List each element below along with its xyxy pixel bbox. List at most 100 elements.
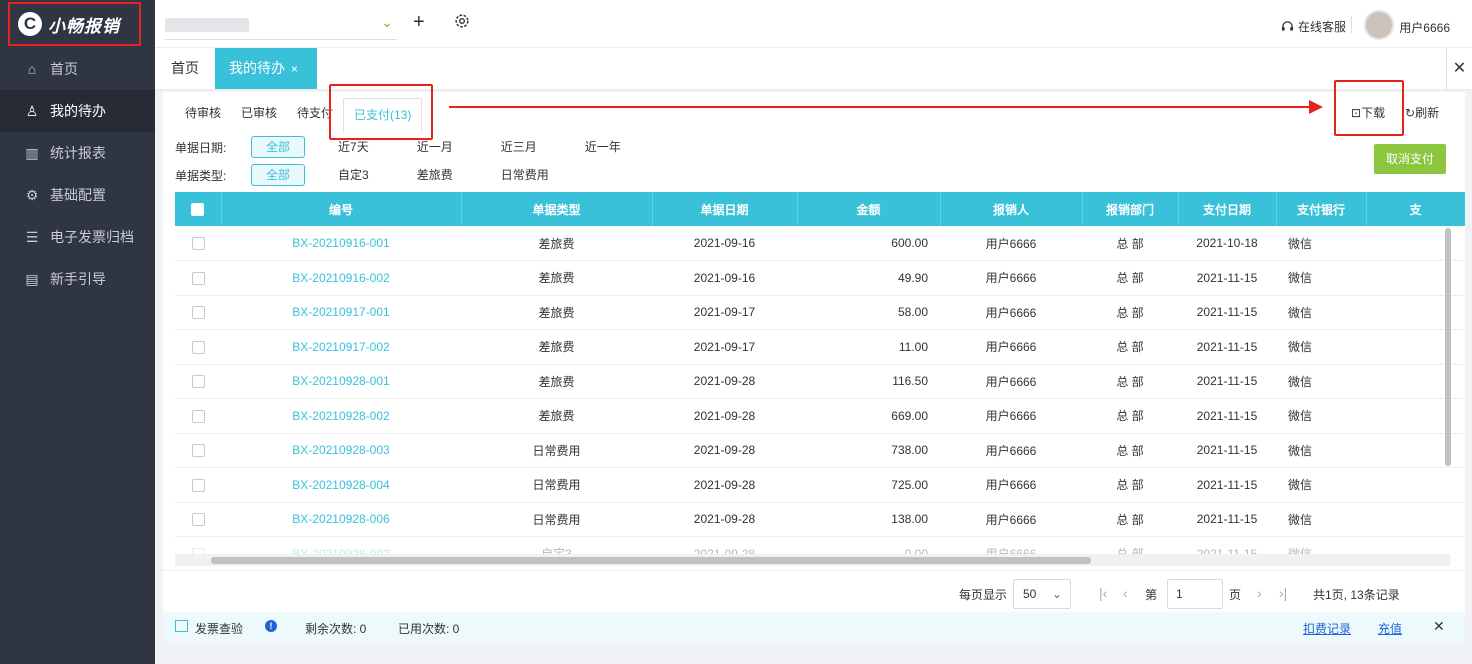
- next-page-icon[interactable]: ›: [1257, 585, 1262, 601]
- cancel-payment-button[interactable]: 取消支付: [1374, 144, 1446, 174]
- column-header-8[interactable]: 支: [1366, 192, 1465, 226]
- table-row[interactable]: BX-20210928-006 日常费用 2021-09-28 138.00 用户666…: [175, 502, 1465, 537]
- type-filter-option-0[interactable]: 全部: [251, 164, 306, 186]
- settings-gear-icon[interactable]: [453, 12, 471, 30]
- table-cell: 用户6666: [940, 502, 1082, 537]
- column-header-0[interactable]: 编号: [221, 192, 462, 226]
- sidebar-item-5[interactable]: ▤ 新手引导: [0, 258, 155, 300]
- download-button[interactable]: ⊡下载: [1351, 104, 1385, 121]
- prev-page-icon[interactable]: ‹: [1123, 585, 1128, 601]
- table-row[interactable]: BX-20210917-002 差旅费 2021-09-17 11.00 用户6666 总…: [175, 329, 1465, 365]
- row-checkbox[interactable]: [191, 513, 205, 527]
- type-filter-label: 单据类型:: [175, 168, 227, 183]
- table-cell: 2021-11-15: [1178, 433, 1276, 468]
- table-row[interactable]: BX-20210916-001 差旅费 2021-09-16 600.00 用户6666…: [175, 226, 1465, 261]
- table-row[interactable]: BX-20210917-001 差旅费 2021-09-17 58.00 用户6666 总…: [175, 295, 1465, 330]
- column-header-4[interactable]: 报销人: [940, 192, 1083, 226]
- status-tab-0[interactable]: 待审核: [175, 98, 231, 128]
- document-number-link[interactable]: BX-20210917-001: [221, 295, 461, 330]
- sidebar-item-1[interactable]: ♙ 我的待办: [0, 90, 155, 132]
- last-page-icon[interactable]: ›|: [1279, 585, 1287, 601]
- column-header-5[interactable]: 报销部门: [1082, 192, 1179, 226]
- date-filter-option-3[interactable]: 近三月: [486, 136, 552, 158]
- username[interactable]: 用户6666: [1399, 19, 1450, 36]
- status-tab-1[interactable]: 已审核: [231, 98, 287, 128]
- row-checkbox[interactable]: [191, 237, 205, 251]
- date-filter-option-0[interactable]: 全部: [251, 136, 306, 158]
- table-cell: 2021-09-28: [652, 467, 797, 503]
- close-all-tabs-icon[interactable]: ✕: [1446, 48, 1472, 90]
- type-filter-option-1[interactable]: 自定3: [323, 164, 384, 186]
- page-number-input[interactable]: 1: [1167, 579, 1223, 609]
- table-row[interactable]: BX-20210928-003 日常费用 2021-09-28 738.00 用户666…: [175, 433, 1465, 468]
- document-number-link[interactable]: BX-20210916-001: [221, 226, 461, 261]
- vertical-scrollbar[interactable]: [1445, 228, 1451, 466]
- used-count: 已用次数: 0: [398, 622, 460, 636]
- type-filter-option-3[interactable]: 日常费用: [486, 164, 564, 186]
- date-filter-option-4[interactable]: 近一年: [570, 136, 636, 158]
- tab-home[interactable]: 首页: [157, 48, 213, 89]
- add-icon[interactable]: +: [413, 12, 425, 32]
- table-cell: 2021-11-15: [1178, 295, 1276, 330]
- row-checkbox[interactable]: [191, 271, 205, 285]
- row-checkbox[interactable]: [191, 306, 205, 320]
- row-checkbox-cell: [175, 502, 221, 537]
- sidebar-item-0[interactable]: ⌂ 首页: [0, 48, 155, 90]
- sidebar-item-3[interactable]: ⚙ 基础配置: [0, 174, 155, 216]
- tab-close-icon[interactable]: ×: [291, 62, 298, 76]
- table-row[interactable]: BX-20210928-001 差旅费 2021-09-28 116.50 用户6666…: [175, 364, 1465, 399]
- table-cell: 总 部: [1082, 364, 1178, 399]
- online-service-button[interactable]: 在线客服: [1281, 18, 1346, 35]
- horizontal-scrollbar-thumb[interactable]: [211, 557, 1091, 564]
- table-row[interactable]: BX-20210928-004 日常费用 2021-09-28 725.00 用户666…: [175, 467, 1465, 503]
- table-cell: 2021-09-28: [652, 502, 797, 537]
- tab-my-todo[interactable]: 我的待办 ×: [215, 48, 317, 89]
- sidebar-item-4[interactable]: ☰ 电子发票归档: [0, 216, 155, 258]
- table-cell: 2021-11-15: [1178, 398, 1276, 434]
- user-avatar[interactable]: [1364, 10, 1394, 40]
- column-header-3[interactable]: 金额: [797, 192, 941, 226]
- table-row[interactable]: BX-20210928-002 差旅费 2021-09-28 669.00 用户6666…: [175, 398, 1465, 434]
- row-checkbox[interactable]: [191, 444, 205, 458]
- sidebar-item-label: 基础配置: [50, 187, 106, 203]
- guide-icon: ▤: [25, 270, 39, 287]
- document-number-link[interactable]: BX-20210917-002: [221, 329, 461, 365]
- recharge-link[interactable]: 充值: [1378, 620, 1402, 637]
- table-cell: 116.50: [797, 364, 940, 399]
- column-header-7[interactable]: 支付银行: [1276, 192, 1367, 226]
- date-filter-option-2[interactable]: 近一月: [402, 136, 468, 158]
- table-cell: 2021-09-16: [652, 226, 797, 261]
- refresh-button[interactable]: ↻刷新: [1405, 104, 1439, 121]
- fee-record-link[interactable]: 扣费记录: [1303, 620, 1351, 637]
- row-checkbox[interactable]: [191, 478, 205, 492]
- type-filter-option-2[interactable]: 差旅费: [402, 164, 468, 186]
- tab-my-todo-label: 我的待办: [229, 60, 285, 76]
- close-icon[interactable]: ✕: [1433, 618, 1445, 635]
- row-checkbox-cell: [175, 295, 221, 330]
- app-logo[interactable]: C 小畅报销: [8, 2, 141, 46]
- document-number-link[interactable]: BX-20210928-001: [221, 364, 461, 399]
- row-checkbox[interactable]: [191, 409, 205, 423]
- info-icon[interactable]: !: [265, 620, 277, 632]
- document-number-link[interactable]: BX-20210928-002: [221, 398, 461, 434]
- document-number-link[interactable]: BX-20210928-004: [221, 467, 461, 503]
- document-number-link[interactable]: BX-20210916-002: [221, 260, 461, 296]
- row-checkbox[interactable]: [191, 340, 205, 354]
- column-header-2[interactable]: 单据日期: [652, 192, 798, 226]
- column-header-1[interactable]: 单据类型: [461, 192, 653, 226]
- row-checkbox[interactable]: [191, 375, 205, 389]
- table-cell: 2021-10-18: [1178, 226, 1276, 261]
- chevron-down-icon: ⌄: [1051, 587, 1062, 601]
- document-number-link[interactable]: BX-20210928-003: [221, 433, 461, 468]
- organization-select[interactable]: ⌄: [165, 10, 397, 40]
- select-all-checkbox[interactable]: [191, 203, 205, 217]
- per-page-select[interactable]: 50 ⌄: [1013, 579, 1071, 609]
- document-number-link[interactable]: BX-20210928-006: [221, 502, 461, 537]
- date-filter-option-1[interactable]: 近7天: [323, 136, 384, 158]
- first-page-icon[interactable]: |‹: [1099, 585, 1107, 601]
- table-cell: 用户6666: [940, 329, 1082, 365]
- date-filter-row: 单据日期: 全部 近7天 近一月 近三月 近一年: [175, 136, 654, 158]
- column-header-6[interactable]: 支付日期: [1178, 192, 1277, 226]
- table-row[interactable]: BX-20210916-002 差旅费 2021-09-16 49.90 用户6666 总…: [175, 260, 1465, 296]
- sidebar-item-2[interactable]: ▥ 统计报表: [0, 132, 155, 174]
